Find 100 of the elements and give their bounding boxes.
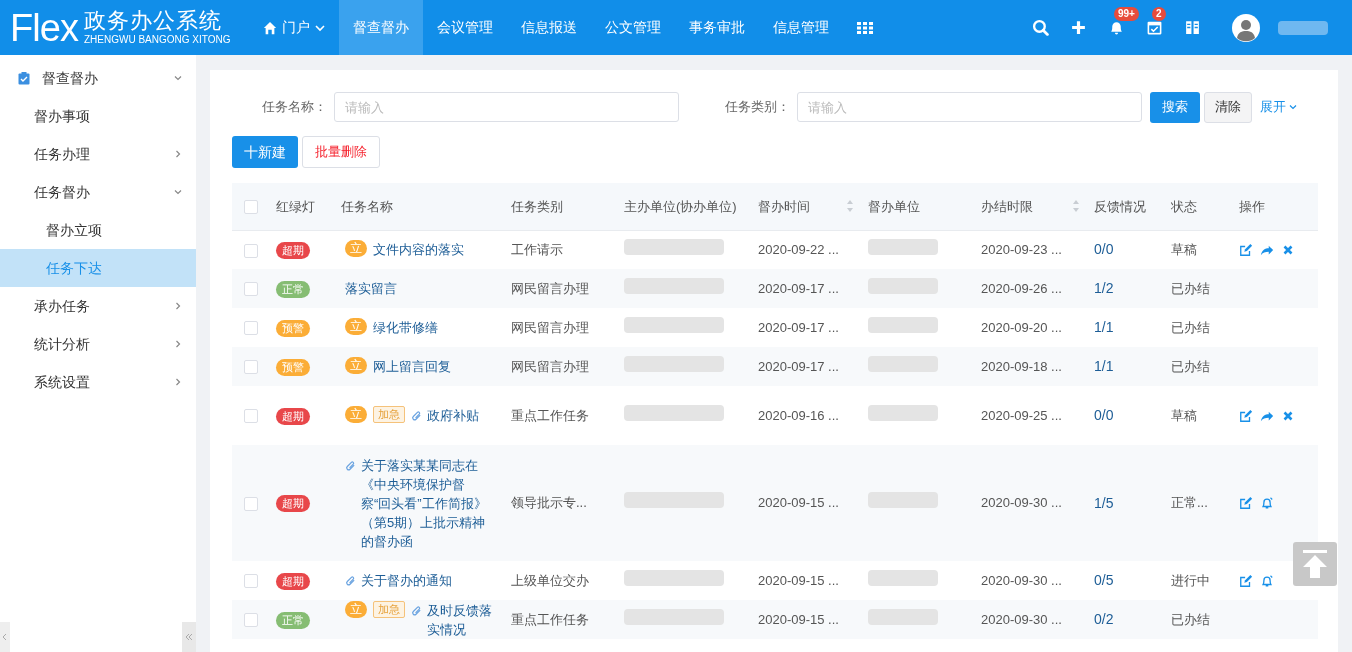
- caret-icon: [314, 22, 325, 33]
- expand-link[interactable]: 展开: [1260, 97, 1297, 117]
- app-title: 政务办公系统: [84, 10, 223, 32]
- task-link[interactable]: 落实留言: [345, 279, 397, 298]
- sidebar-item[interactable]: 督办立项: [0, 211, 196, 249]
- table-cell: 2020-09-16 ...: [758, 407, 839, 423]
- search-button[interactable]: [1030, 17, 1050, 38]
- table-cell: 2020-09-22 ...: [758, 242, 839, 257]
- table-cell: 网民留言办理: [511, 319, 589, 335]
- edit-icon[interactable]: [1239, 242, 1253, 257]
- tag: 立: [345, 357, 367, 374]
- checkbox[interactable]: [244, 321, 258, 336]
- chevron-icon: [174, 340, 182, 348]
- table-cell: 重点工作任务: [511, 611, 589, 627]
- table-cell: 上级单位交办: [511, 572, 589, 588]
- sidebar-item[interactable]: 督查督办: [0, 59, 196, 97]
- collapse-button[interactable]: [182, 622, 196, 652]
- feedback-link[interactable]: 0/0: [1094, 241, 1114, 258]
- task-link[interactable]: 绿化带修缮: [373, 318, 438, 337]
- sidebar-item[interactable]: 任务督办: [0, 173, 196, 211]
- edit-icon[interactable]: [1239, 496, 1253, 510]
- input-field[interactable]: 请输入: [334, 92, 679, 122]
- feedback-link[interactable]: 1/5: [1094, 494, 1114, 511]
- checkbox[interactable]: [244, 282, 258, 297]
- table-cell: 2020-09-20 ...: [981, 319, 1062, 335]
- checkbox[interactable]: [244, 360, 258, 375]
- feedback-link[interactable]: 1/1: [1094, 358, 1114, 374]
- column-header: 红绿灯: [276, 197, 315, 216]
- table-cell: 已办结: [1171, 611, 1210, 627]
- table-cell: 已办结: [1171, 319, 1210, 335]
- redacted-block: [868, 404, 938, 421]
- bell-icon[interactable]: [1260, 573, 1274, 588]
- tag: 立: [345, 240, 367, 258]
- task-link[interactable]: 关于落实某某同志在《中央环境保护督察“回头看”工作简报》（第5期）上批示精神的督办函: [361, 455, 495, 551]
- column-header: 反馈情况: [1094, 197, 1146, 216]
- urgent-tag: 加急: [373, 600, 405, 618]
- table-cell: 2020-09-15 ...: [758, 572, 839, 588]
- table-cell: 网民留言办理: [511, 358, 589, 374]
- sidebar-item[interactable]: 承办任务: [0, 287, 196, 325]
- checkbox[interactable]: [244, 243, 258, 258]
- sidebar-item[interactable]: 督办事项: [0, 97, 196, 135]
- status-light: 预警: [276, 358, 310, 376]
- blurred-username: [1278, 20, 1328, 35]
- tag: 立: [345, 406, 367, 423]
- chevron-icon: [174, 150, 182, 158]
- tag: 立: [345, 600, 367, 618]
- task-link[interactable]: 政府补贴: [427, 406, 479, 425]
- feedback-link[interactable]: 0/5: [1094, 572, 1114, 588]
- checkbox[interactable]: [244, 496, 258, 511]
- column-header: 主办单位(协办单位): [624, 197, 737, 216]
- clear-button[interactable]: 清除: [1204, 91, 1252, 123]
- table-cell: 2020-09-17 ...: [758, 319, 839, 335]
- home-icon: [262, 20, 277, 35]
- tag: 立: [345, 318, 367, 335]
- column-header: 督办时间: [758, 197, 810, 216]
- column-header: 任务类别: [511, 197, 563, 216]
- task-link[interactable]: 关于督办的通知: [361, 571, 452, 590]
- column-header: 任务名称: [341, 197, 393, 216]
- table-cell: 2020-09-26 ...: [981, 280, 1062, 296]
- chevron-icon: [174, 378, 182, 386]
- column-header: 操作: [1239, 197, 1265, 216]
- grid-icon: [856, 21, 873, 34]
- batch-delete-button[interactable]: 批量删除: [302, 136, 380, 168]
- sidebar-item[interactable]: 统计分析: [0, 325, 196, 363]
- feedback-link[interactable]: 1/2: [1094, 280, 1114, 296]
- feedback-link[interactable]: 1/1: [1094, 319, 1114, 335]
- table-cell: 2020-09-25 ...: [981, 407, 1062, 423]
- bell-icon[interactable]: [1260, 496, 1274, 510]
- book-icon: [1183, 19, 1201, 36]
- filter-label: 任务类别：: [725, 98, 791, 117]
- arrow-up-icon: [1302, 550, 1328, 578]
- sidebar-item[interactable]: 系统设置: [0, 363, 196, 401]
- redacted-block: [868, 316, 938, 333]
- table-cell: 工作请示: [511, 242, 563, 257]
- checkbox[interactable]: [244, 574, 258, 589]
- plus-icon: [1069, 19, 1087, 36]
- feedback-link[interactable]: 0/2: [1094, 611, 1114, 627]
- checkbox[interactable]: [244, 200, 258, 215]
- search-icon: [1031, 19, 1049, 36]
- table-cell: 重点工作任务: [511, 407, 589, 423]
- status-light: 超期: [276, 495, 310, 513]
- avatar-icon[interactable]: [1232, 13, 1260, 42]
- edit-icon[interactable]: [1239, 573, 1253, 588]
- task-link[interactable]: 及时反馈落实情况: [427, 600, 495, 639]
- input-field[interactable]: 请输入: [797, 92, 1142, 122]
- back-to-top-button[interactable]: [1293, 542, 1337, 586]
- table-cell: 已办结: [1171, 280, 1210, 296]
- column-header: 状态: [1171, 197, 1197, 216]
- table-cell: 正常...: [1171, 495, 1208, 511]
- checkbox[interactable]: [244, 409, 258, 424]
- task-link[interactable]: 文件内容的落实: [373, 240, 464, 260]
- checkbox[interactable]: [244, 613, 258, 628]
- edit-icon[interactable]: [1239, 408, 1253, 423]
- feedback-link[interactable]: 0/0: [1094, 407, 1114, 423]
- status-light: 超期: [276, 242, 310, 259]
- app-subtitle: ZHENGWU BANGONG XITONG: [84, 35, 231, 45]
- task-link[interactable]: 网上留言回复: [373, 357, 451, 376]
- sidebar-item[interactable]: 任务办理: [0, 135, 196, 173]
- filter-label: 任务名称：: [262, 98, 328, 117]
- status-light: 超期: [276, 407, 310, 425]
